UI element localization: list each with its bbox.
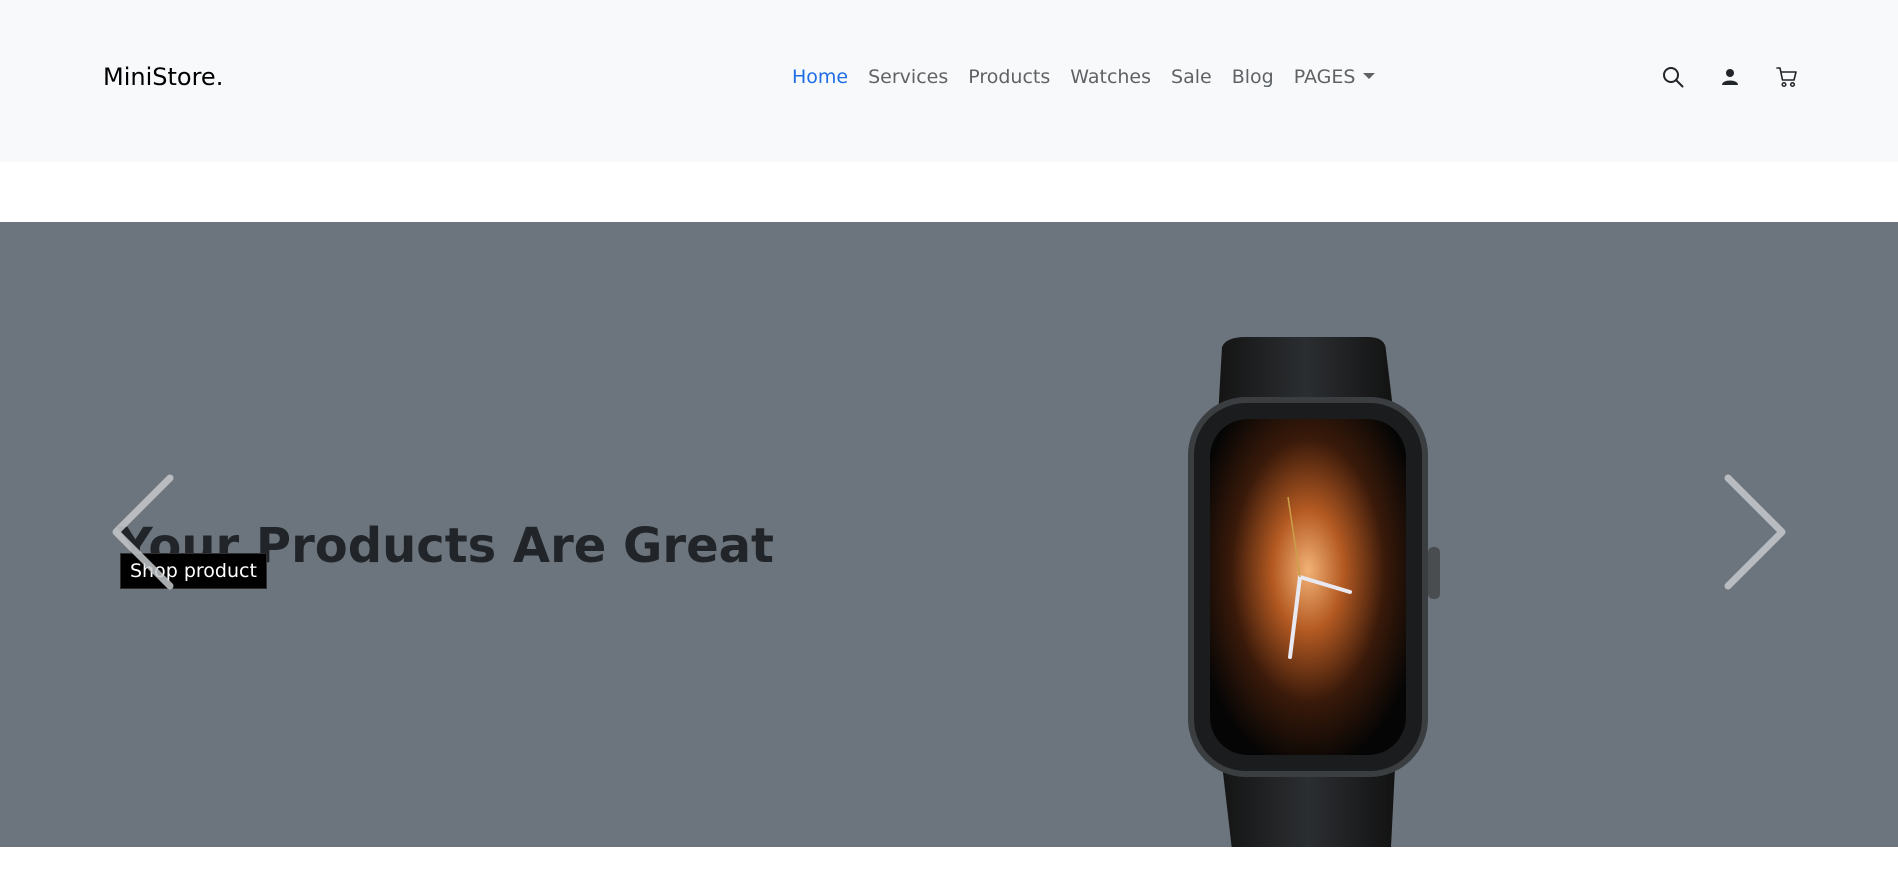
navbar: MiniStore. Home Services Products Watche…	[0, 0, 1898, 162]
nav-link-watches[interactable]: Watches	[1060, 61, 1161, 93]
nav-link-services[interactable]: Services	[858, 61, 958, 93]
nav-links: Home Services Products Watches Sale Blog…	[792, 61, 1385, 93]
hero-carousel: Your Products Are Great Shop product	[0, 222, 1898, 847]
nav-link-sale[interactable]: Sale	[1161, 61, 1222, 93]
nav-pages-dropdown[interactable]: PAGES	[1284, 61, 1386, 93]
nav-pages-label: PAGES	[1293, 66, 1356, 88]
caret-down-icon	[1363, 72, 1376, 79]
nav-link-products[interactable]: Products	[958, 61, 1060, 93]
chevron-left-icon	[112, 474, 174, 590]
carousel-prev-button[interactable]	[106, 472, 176, 592]
nav-link-home[interactable]: Home	[792, 61, 858, 93]
user-icon[interactable]	[1715, 62, 1745, 92]
cart-icon[interactable]	[1772, 62, 1802, 92]
header-icons	[1658, 62, 1802, 92]
smartwatch-image	[1150, 337, 1470, 847]
chevron-right-icon	[1724, 474, 1786, 590]
brand-logo[interactable]: MiniStore.	[103, 61, 223, 93]
search-icon[interactable]	[1658, 62, 1688, 92]
nav-link-blog[interactable]: Blog	[1222, 61, 1284, 93]
carousel-next-button[interactable]	[1722, 472, 1792, 592]
